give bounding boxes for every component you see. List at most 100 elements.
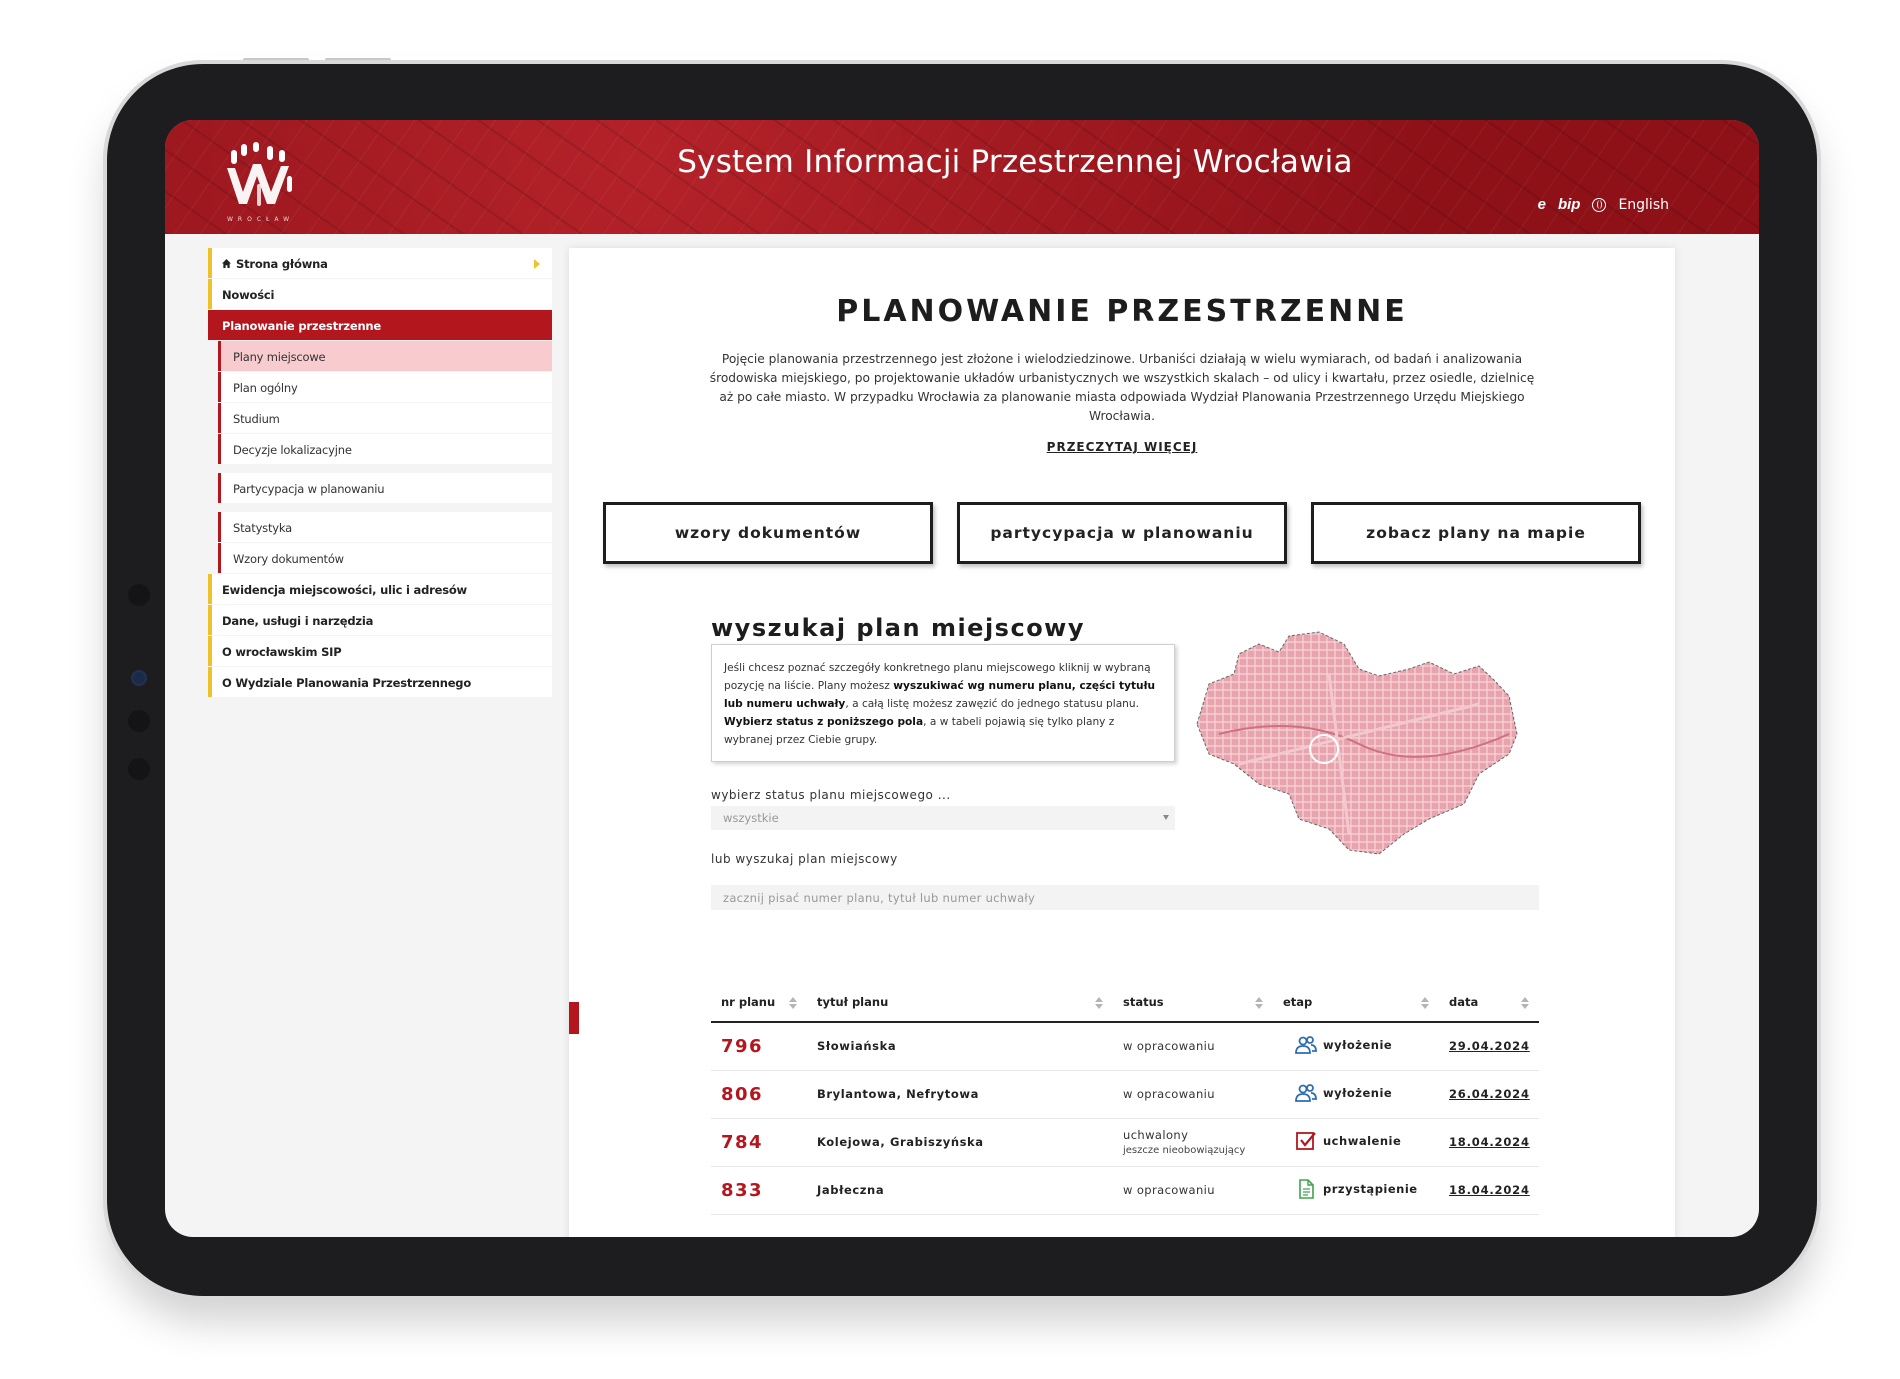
tablet-volume-button xyxy=(325,58,391,62)
search-instructions: Jeśli chcesz poznać szczegóły konkretneg… xyxy=(711,644,1175,762)
tablet-sensor xyxy=(128,584,150,606)
sort-icon[interactable] xyxy=(1421,997,1429,1009)
stage-label: przystąpienie xyxy=(1323,1181,1418,1196)
sidebar-item-label: Statystyka xyxy=(233,521,292,535)
sidebar-item-label: Plan ogólny xyxy=(233,381,298,395)
tablet-camera xyxy=(133,672,145,684)
table-row[interactable]: 796 Słowiańska w opracowaniu wyłożenie 2… xyxy=(711,1022,1539,1071)
plan-number: 796 xyxy=(721,1035,764,1057)
intro-text: Pojęcie planowania przestrzennego jest z… xyxy=(709,352,1535,423)
sidebar-subitem-local-plans[interactable]: Plany miejscowe xyxy=(218,341,552,371)
table-row[interactable]: 806 Brylantowa, Nefrytowa w opracowaniu … xyxy=(711,1070,1539,1119)
screen: WROCŁAW System Informacji Przestrzennej … xyxy=(165,120,1759,1237)
sidebar-item-news[interactable]: Nowości xyxy=(208,279,552,309)
view-plans-on-map-button[interactable]: zobacz plany na mapie xyxy=(1311,502,1641,564)
column-header-date[interactable]: data xyxy=(1439,982,1539,1023)
table-row[interactable]: 833 Jabłeczna w opracowaniu przystąpieni… xyxy=(711,1166,1539,1215)
button-label: zobacz plany na mapie xyxy=(1366,524,1586,542)
page-title: PLANOWANIE PRZESTRZENNE xyxy=(836,294,1408,329)
sort-icon[interactable] xyxy=(789,997,797,1009)
column-label: tytuł planu xyxy=(817,994,889,1009)
sidebar-item-label: Nowości xyxy=(222,288,275,302)
site-header: WROCŁAW System Informacji Przestrzennej … xyxy=(165,120,1759,234)
plan-date: 29.04.2024 xyxy=(1449,1039,1530,1054)
tablet-volume-button xyxy=(243,58,309,62)
stage-label: wyłożenie xyxy=(1323,1085,1393,1100)
sort-icon[interactable] xyxy=(1255,997,1263,1009)
sidebar-subitem-study[interactable]: Studium xyxy=(218,403,552,433)
plan-title: Jabłeczna xyxy=(817,1183,885,1197)
document-templates-button[interactable]: wzory dokumentów xyxy=(603,502,933,564)
table-header-row: nr planu tytuł planu status etap data xyxy=(711,982,1539,1023)
sidebar-item-label: O wrocławskim SIP xyxy=(222,645,342,659)
sidebar-item-home[interactable]: Strona główna xyxy=(208,248,552,278)
participation-button[interactable]: partycypacja w planowaniu xyxy=(957,502,1287,564)
sidebar-item-address-registry[interactable]: Ewidencja miejscowości, ulic i adresów xyxy=(208,574,552,604)
city-map-thumbnail[interactable] xyxy=(1179,614,1539,874)
sort-icon[interactable] xyxy=(1521,997,1529,1009)
sidebar-item-label: Partycypacja w planowaniu xyxy=(233,482,385,496)
document-icon xyxy=(1299,1178,1314,1199)
search-section-title: wyszukaj plan miejscowy xyxy=(711,614,1085,642)
sidebar-item-about-department[interactable]: O Wydziale Planowania Przestrzennego xyxy=(208,667,552,697)
plan-stage: przystąpienie xyxy=(1295,1178,1418,1199)
e-service-label: e xyxy=(1537,196,1546,213)
button-label: partycypacja w planowaniu xyxy=(990,524,1254,542)
chevron-right-icon xyxy=(534,259,540,269)
plan-title: Słowiańska xyxy=(817,1039,897,1054)
plan-date: 18.04.2024 xyxy=(1449,1135,1530,1149)
sidebar-item-label: Strona główna xyxy=(236,257,328,271)
sidebar-item-spatial-planning[interactable]: Planowanie przestrzenne xyxy=(208,310,552,340)
sidebar-subitem-statistics[interactable]: Statystyka xyxy=(218,512,552,542)
plan-search-input[interactable] xyxy=(711,885,1539,910)
chevron-down-icon xyxy=(1163,815,1169,820)
sidebar-item-about-sip[interactable]: O wrocławskim SIP xyxy=(208,636,552,666)
read-more-link[interactable]: PRZECZYTAJ WIĘCEJ xyxy=(569,440,1675,454)
button-label: wzory dokumentów xyxy=(674,524,862,542)
sidebar-subitem-general-plan[interactable]: Plan ogólny xyxy=(218,372,552,402)
tablet-sensor xyxy=(128,710,150,732)
plan-stage: wyłożenie xyxy=(1295,1083,1392,1103)
sort-icon[interactable] xyxy=(1095,997,1103,1009)
sidebar-item-label: Wzory dokumentów xyxy=(233,552,344,566)
sidebar-subitem-document-templates[interactable]: Wzory dokumentów xyxy=(218,543,552,573)
plan-date: 26.04.2024 xyxy=(1449,1087,1530,1101)
plan-title: Kolejowa, Grabiszyńska xyxy=(817,1135,984,1149)
column-header-stage[interactable]: etap xyxy=(1273,982,1439,1023)
wroclaw-logo[interactable] xyxy=(217,136,301,220)
sidebar-subitem-participation[interactable]: Partycypacja w planowaniu xyxy=(218,473,552,503)
search-field-label: lub wyszukaj plan miejscowy xyxy=(711,852,898,866)
status-select[interactable]: wszystkie xyxy=(711,806,1175,830)
column-header-plan-number[interactable]: nr planu xyxy=(711,982,807,1023)
globe-icon xyxy=(1592,197,1607,212)
sidebar-item-label: Dane, usługi i narzędzia xyxy=(222,614,374,628)
sidebar-item-data-services[interactable]: Dane, usługi i narzędzia xyxy=(208,605,552,635)
table-row[interactable]: 784 Kolejowa, Grabiszyńska uchwalony jesz… xyxy=(711,1118,1539,1167)
column-label: status xyxy=(1123,994,1164,1009)
status-selected-value: wszystkie xyxy=(723,811,779,825)
column-label: nr planu xyxy=(721,994,776,1009)
plan-number: 806 xyxy=(721,1083,764,1105)
sidebar-nav: Strona główna Nowości Planowanie przestr… xyxy=(208,248,552,698)
column-header-status[interactable]: status xyxy=(1113,982,1273,1023)
plan-number: 833 xyxy=(721,1179,764,1201)
stage-label: wyłożenie xyxy=(1323,1037,1393,1052)
bip-link[interactable]: bip xyxy=(1558,196,1581,213)
home-icon xyxy=(222,259,231,268)
stage-label: uchwalenie xyxy=(1323,1133,1402,1148)
plan-status: w opracowaniu xyxy=(1123,1183,1215,1197)
e-service-link[interactable]: e xyxy=(1538,196,1546,213)
bip-label: bip xyxy=(1557,196,1581,213)
column-header-plan-title[interactable]: tytuł planu xyxy=(807,982,1113,1023)
sidebar-subitem-location-decisions[interactable]: Decyzje lokalizacyjne xyxy=(218,434,552,464)
plan-title: Brylantowa, Nefrytowa xyxy=(817,1087,979,1101)
language-link[interactable]: English xyxy=(1618,197,1669,213)
sidebar-item-label: Ewidencja miejscowości, ulic i adresów xyxy=(222,583,467,597)
sidebar-item-label: Plany miejscowe xyxy=(233,350,326,364)
column-label: etap xyxy=(1283,994,1313,1009)
column-label: data xyxy=(1449,994,1479,1009)
checkbox-icon xyxy=(1296,1131,1316,1150)
status-field-label: wybierz status planu miejscowego ... xyxy=(711,788,951,802)
